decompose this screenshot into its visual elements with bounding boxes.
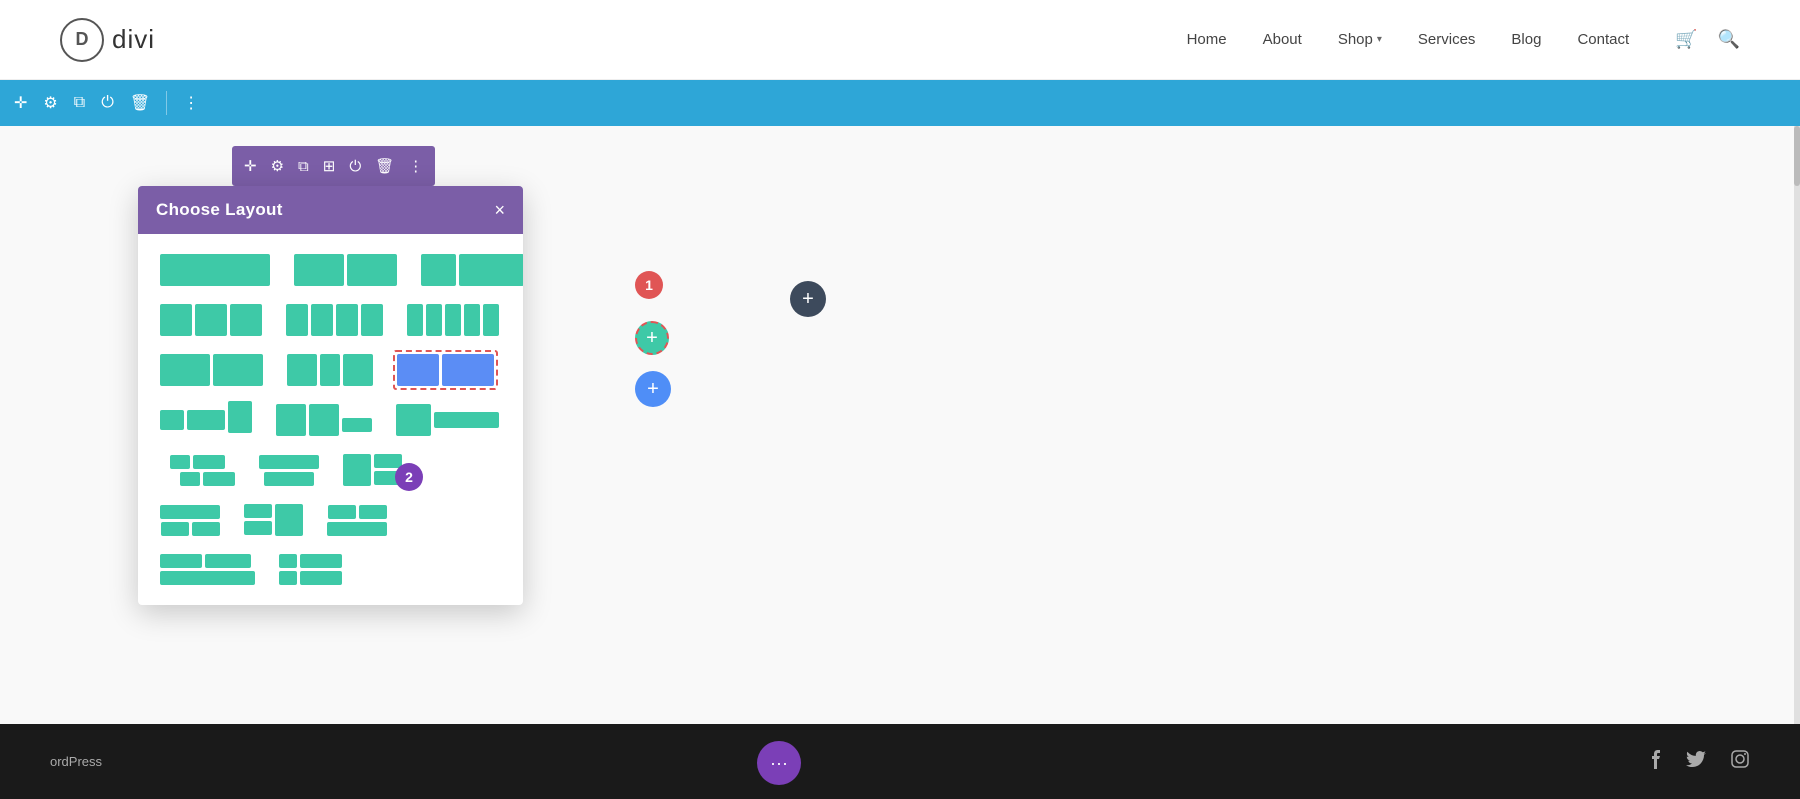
layout-row-2 [156,300,505,340]
toolbar-more-icon[interactable]: ⋮ [183,93,199,113]
layout-4col[interactable] [282,300,387,340]
add-module-button-green[interactable]: + [635,321,669,355]
layout-row-1 [156,250,505,290]
main-nav: Home About Shop ▾ Services Blog Contact … [1187,29,1740,50]
cart-icon[interactable]: 🛒 [1675,29,1697,50]
add-section-button-dark[interactable]: + [790,281,826,317]
layout-2col-selected[interactable] [393,350,498,390]
nav-blog[interactable]: Blog [1511,31,1541,48]
badge-2: 2 [395,463,423,491]
modal-title: Choose Layout [156,200,283,220]
layout-2col-unequal[interactable] [417,250,523,290]
nav-home[interactable]: Home [1187,31,1227,48]
modal-close-button[interactable]: × [494,201,505,219]
modal-header: Choose Layout × [138,186,523,234]
layout-mixed-2[interactable] [240,500,307,540]
nav-contact[interactable]: Contact [1577,31,1629,48]
scroll-thumb [1794,126,1800,186]
layout-1col[interactable] [156,250,274,290]
toolbar-add-icon[interactable]: ✛ [14,93,27,113]
modal-body [138,234,523,605]
builder-toolbar-top: ✛ ⚙ ⧉ ⏻ 🗑 ⋮ [0,80,1800,126]
choose-layout-modal: Choose Layout × [138,186,523,605]
layout-row-4 [156,400,505,440]
layout-2col-v2[interactable] [156,350,267,390]
logo-area: D divi [60,18,155,62]
toolbar-clone-icon[interactable]: ⧉ [74,94,85,112]
layout-2col-equal[interactable] [290,250,401,290]
layout-row-6 [156,500,505,540]
content-area: ✛ ⚙ ⧉ ⊞ ⏻ 🗑 ⋮ Choose Layout × [0,126,1800,799]
row-disable-icon[interactable]: ⏻ [349,158,361,175]
nav-about[interactable]: About [1263,31,1302,48]
layout-1-2-1[interactable] [156,403,256,437]
row-delete-icon[interactable]: 🗑 [375,157,394,175]
layout-offset-1[interactable] [156,451,239,490]
row-toolbar: ✛ ⚙ ⧉ ⊞ ⏻ 🗑 ⋮ [232,146,435,186]
layout-row-3 [156,350,505,390]
scroll-track[interactable] [1794,126,1800,799]
layout-mixed-1[interactable] [156,501,224,540]
row-move-icon[interactable]: ✛ [244,157,257,175]
row-settings-icon[interactable]: ⚙ [271,157,284,175]
twitter-icon[interactable] [1686,751,1706,773]
toolbar-settings-icon[interactable]: ⚙ [43,93,57,113]
layout-centered[interactable] [255,451,323,490]
layout-row-7 [156,550,505,589]
toolbar-divider [166,91,167,115]
layout-5col[interactable] [403,300,503,340]
logo-icon: D [60,18,104,62]
layout-row-5 [156,450,505,490]
footer-bar: ordPress [0,724,1800,799]
shop-chevron: ▾ [1377,34,1382,45]
layout-mixed-3[interactable] [323,501,391,540]
row-more-icon[interactable]: ⋮ [408,157,423,175]
layout-3col-v2[interactable] [283,350,377,390]
toolbar-delete-icon[interactable]: 🗑 [130,93,150,113]
footer-socials [1648,749,1750,774]
badge-1: 1 [635,271,663,299]
floating-options-button[interactable]: ··· [757,741,801,785]
row-columns-icon[interactable]: ⊞ [323,157,336,175]
toolbar-disable-icon[interactable]: ⏻ [101,94,114,112]
layout-grid-2[interactable] [275,550,346,589]
layout-wide-right[interactable] [392,400,503,440]
layout-tall-short[interactable] [272,400,376,440]
nav-shop[interactable]: Shop ▾ [1338,31,1382,48]
instagram-icon[interactable] [1730,749,1750,774]
row-clone-icon[interactable]: ⧉ [298,158,309,175]
add-row-button-blue[interactable]: + [635,371,671,407]
facebook-icon[interactable] [1648,749,1662,774]
layout-grid-1[interactable] [156,550,259,589]
logo-name: divi [112,24,155,55]
layout-3col[interactable] [156,300,266,340]
footer-text: ordPress [50,754,102,769]
search-icon[interactable]: 🔍 [1718,29,1740,50]
nav-services[interactable]: Services [1418,31,1476,48]
site-header: D divi Home About Shop ▾ Services Blog C… [0,0,1800,80]
nav-icons: 🛒 🔍 [1675,29,1740,50]
